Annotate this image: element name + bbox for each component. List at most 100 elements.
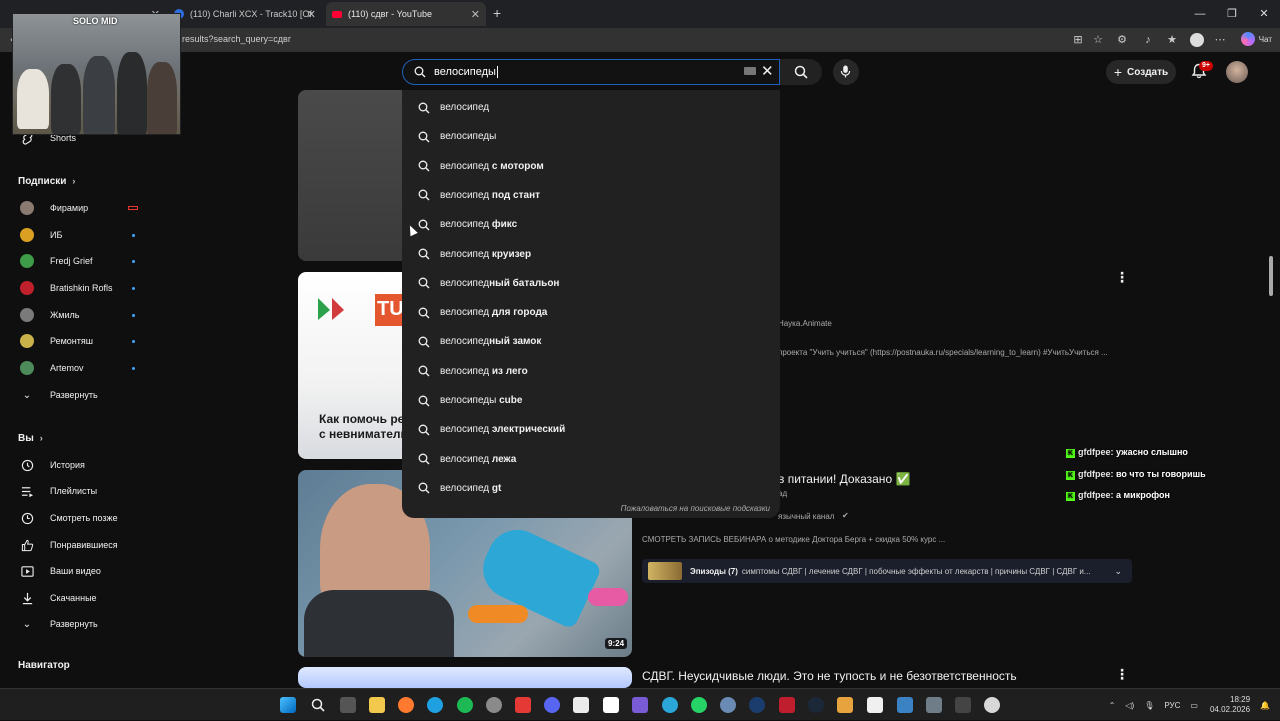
search-suggestion-item[interactable]: велосипед с мотором — [402, 152, 780, 181]
video-thumbnail[interactable] — [298, 667, 632, 688]
profile-icon[interactable] — [1190, 33, 1204, 47]
filezilla-icon[interactable] — [779, 697, 795, 713]
video-title[interactable]: в питании! Доказано ✅ — [778, 472, 910, 486]
chevron-down-icon[interactable]: ⌄ — [1114, 566, 1122, 577]
clear-search-icon[interactable]: ✕ — [761, 63, 774, 81]
search-suggestion-item[interactable]: велосипед электрический — [402, 415, 780, 444]
sidebar-item-your-videos[interactable]: Ваши видео — [0, 560, 155, 582]
episodes-chapter-bar[interactable]: Эпизоды (7) симптомы СДВГ | лечение СДВГ… — [642, 559, 1132, 583]
search-icon[interactable] — [310, 697, 326, 713]
copilot-chat-button[interactable]: Чат — [1240, 32, 1272, 46]
report-suggestions-link[interactable]: Пожаловаться на поисковые подсказки — [621, 504, 770, 513]
sidebar-item-playlists[interactable]: Плейлисты — [0, 480, 155, 502]
chevron-up-icon[interactable]: ⌃ — [1109, 701, 1116, 710]
search-suggestion-item[interactable]: велосипед лежа — [402, 445, 780, 474]
sidebar-item-downloads[interactable]: Скачанные — [0, 587, 155, 609]
keyboard-language[interactable]: РУС — [1164, 701, 1180, 710]
url-field[interactable]: results?search_query=сдвг — [182, 34, 291, 44]
extensions-icon[interactable]: ⚙ — [1116, 34, 1128, 46]
network-icon[interactable]: ▭ — [1190, 701, 1198, 710]
maximize-icon[interactable]: ❐ — [1216, 0, 1248, 28]
sidebar-channel-item[interactable]: Ремонтяш — [0, 330, 155, 352]
more-actions-icon[interactable]: ⋮ — [1115, 270, 1129, 284]
app-icon[interactable] — [867, 697, 883, 713]
search-suggestion-item[interactable]: велосипед круизер — [402, 240, 780, 269]
app-icon[interactable] — [749, 697, 765, 713]
firefox-icon[interactable] — [398, 697, 414, 713]
whatsapp-icon[interactable] — [691, 697, 707, 713]
you-heading[interactable]: Вы › — [18, 433, 43, 444]
subscriptions-heading[interactable]: Подписки › — [18, 176, 75, 187]
more-icon[interactable]: ⋯ — [1214, 34, 1226, 46]
settings-gear-icon[interactable] — [486, 697, 502, 713]
app-icon[interactable] — [515, 697, 531, 713]
sidebar-item-history[interactable]: История — [0, 454, 155, 476]
more-actions-icon[interactable]: ⋮ — [1115, 667, 1129, 681]
search-suggestion-item[interactable]: велосипед под стант — [402, 181, 780, 210]
search-input[interactable]: велосипеды — [402, 59, 780, 85]
close-tab-icon[interactable]: ✕ — [471, 8, 480, 21]
browser-essentials-icon[interactable]: ♪ — [1142, 34, 1154, 46]
clock[interactable]: 18:29 04.02.2026 — [1210, 695, 1250, 715]
voice-search-button[interactable] — [833, 59, 859, 85]
file-explorer-icon[interactable] — [369, 697, 385, 713]
channel-name[interactable]: язычный канал — [778, 512, 834, 521]
sidebar-expand-you[interactable]: ⌄ Развернуть — [0, 613, 155, 635]
speaker-icon[interactable]: ◁) — [1125, 701, 1134, 710]
search-button[interactable] — [780, 59, 822, 85]
sidebar-channel-item[interactable]: Жмиль — [0, 304, 155, 326]
app-icon[interactable] — [720, 697, 736, 713]
minimize-icon[interactable]: — — [1184, 0, 1216, 28]
sidebar-channel-item[interactable]: Artemov — [0, 357, 155, 379]
spotify-icon[interactable] — [457, 697, 473, 713]
create-button[interactable]: + Создать — [1106, 60, 1176, 84]
visual-studio-icon[interactable] — [632, 697, 648, 713]
sidebar-channel-item[interactable]: Bratishkin Rofls — [0, 277, 155, 299]
sidebar-item-watch-later[interactable]: Смотреть позже — [0, 507, 155, 529]
sidebar-expand-subscriptions[interactable]: ⌄ Развернуть — [0, 384, 155, 406]
sidebar-item-liked[interactable]: Понравившиеся — [0, 534, 155, 556]
edge-icon[interactable] — [427, 697, 443, 713]
notifications-icon[interactable]: 🔔 — [1260, 701, 1270, 710]
epic-games-icon[interactable] — [603, 697, 619, 713]
search-suggestion-item[interactable]: велосипед фикс — [402, 210, 780, 239]
steam-icon[interactable] — [808, 697, 824, 713]
close-window-icon[interactable]: ✕ — [1248, 0, 1280, 28]
browser-tab-3[interactable]: (110) сдвг - YouTube ✕ — [326, 2, 486, 26]
close-tab-icon[interactable]: ✕ — [307, 8, 316, 21]
search-suggestion-item[interactable]: велосипед для города — [402, 298, 780, 327]
app-icon[interactable] — [573, 697, 589, 713]
keyboard-icon[interactable] — [744, 67, 756, 75]
app-icon[interactable] — [837, 697, 853, 713]
avatar[interactable] — [1226, 61, 1248, 83]
scrollbar[interactable] — [1269, 92, 1274, 686]
channel-name[interactable]: Наука.Animate — [778, 319, 832, 328]
start-icon[interactable] — [280, 697, 296, 713]
favorites-bar-icon[interactable]: ★ — [1166, 34, 1178, 46]
search-suggestion-item[interactable]: велосипедный замок — [402, 327, 780, 356]
apps-icon[interactable]: ⊞ — [1072, 34, 1084, 46]
obs-icon[interactable] — [984, 697, 1000, 713]
browser-tab-2[interactable]: (110) Charli XCX - Track10 [Of ✕ — [170, 2, 322, 26]
app-icon[interactable] — [955, 697, 971, 713]
suggestion-completion: круизер — [489, 248, 532, 260]
search-suggestion-item[interactable]: велосипед gt — [402, 474, 780, 503]
favorite-icon[interactable]: ☆ — [1092, 34, 1104, 46]
new-tab-icon[interactable]: + — [493, 5, 501, 21]
discord-icon[interactable] — [544, 697, 560, 713]
microphone-icon[interactable]: 🎙 — [1144, 701, 1154, 710]
telegram-icon[interactable] — [662, 697, 678, 713]
video-title[interactable]: СДВГ. Неусидчивые люди. Это не тупость и… — [642, 669, 1017, 683]
app-icon[interactable] — [926, 697, 942, 713]
search-suggestion-item[interactable]: велосипеды cube — [402, 386, 780, 415]
sidebar-channel-item[interactable]: Fredj Grief — [0, 250, 155, 272]
search-suggestion-item[interactable]: велосипед из лего — [402, 357, 780, 386]
task-view-icon[interactable] — [340, 697, 356, 713]
search-suggestion-item[interactable]: велосипед — [402, 93, 780, 122]
search-suggestion-item[interactable]: велосипеды — [402, 122, 780, 151]
scrollbar-thumb[interactable] — [1269, 256, 1273, 296]
search-suggestion-item[interactable]: велосипедный батальон — [402, 269, 780, 298]
notepad-icon[interactable] — [897, 697, 913, 713]
sidebar-channel-item[interactable]: ИБ — [0, 224, 155, 246]
sidebar-channel-item[interactable]: Фирамир — [0, 197, 155, 219]
